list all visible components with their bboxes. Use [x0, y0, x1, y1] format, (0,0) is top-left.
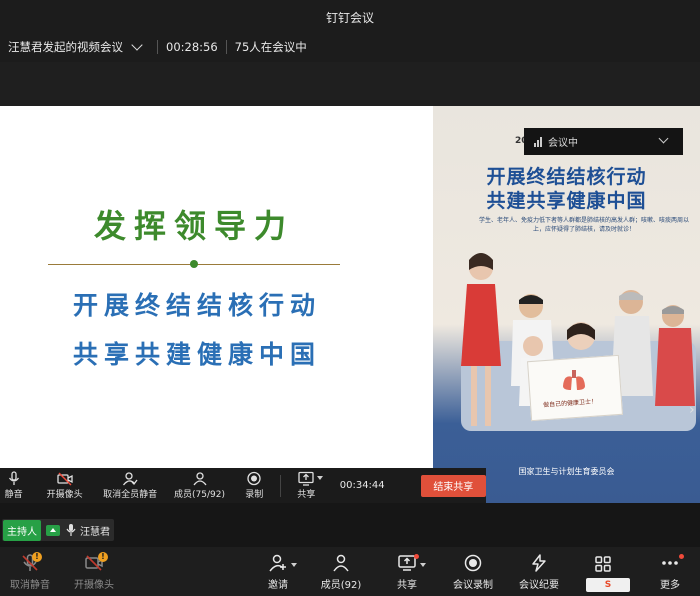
unmute-all-button[interactable]: 取消全员静音 — [98, 468, 162, 503]
invite-label: 邀请 — [268, 579, 288, 591]
more-label: 更多 — [660, 579, 680, 591]
window-title: 钉钉会议 — [325, 11, 374, 25]
mute-label: 静音 — [4, 490, 23, 500]
share-toolbar: 静音 开摄像头 取消全员静音 成员(75/92) 录制 共享 00:34:44 … — [0, 468, 486, 503]
users-icon — [333, 554, 349, 571]
meeting-status-label: 会议中 — [548, 138, 578, 149]
share-label: 共享 — [397, 579, 417, 591]
user-check-icon — [123, 472, 138, 486]
slide-line-2: 共享共建健康中国 — [72, 340, 321, 369]
shared-screen: 发挥领导力 开展终结结核行动 共享共建健康中国 开展终结结核行动 共建共享健康中… — [0, 106, 700, 503]
share-label: 共享 — [297, 490, 316, 500]
host-tag: 主持人 — [3, 519, 41, 541]
record-icon — [464, 554, 482, 571]
chevron-down-icon[interactable] — [291, 563, 297, 567]
video-area-top — [0, 62, 700, 106]
record-label: 录制 — [245, 490, 264, 500]
chevron-down-icon[interactable] — [131, 39, 143, 51]
toolbar-divider — [279, 474, 281, 497]
users-icon — [192, 472, 207, 486]
share-button[interactable]: 共享 — [390, 547, 426, 596]
members-label: 成员(75/92) — [174, 490, 225, 500]
host-badge[interactable]: 主持人 汪慧君 — [2, 519, 114, 541]
microphone-icon — [66, 524, 76, 536]
unmute-label: 取消静音 — [10, 579, 50, 591]
divider — [225, 40, 227, 54]
ime-logo-icon: S — [604, 580, 612, 590]
meeting-duration: 00:28:56 — [166, 40, 218, 54]
meeting-minutes-button[interactable]: 会议纪要 — [514, 547, 564, 596]
camera-off-icon — [56, 472, 73, 486]
share-timer: 00:34:44 — [339, 480, 385, 491]
members-label: 成员(92) — [320, 579, 362, 591]
chevron-right-icon[interactable]: › — [689, 402, 695, 418]
slide-line-1: 开展终结结核行动 — [72, 291, 321, 320]
ime-indicator[interactable]: S — [586, 578, 630, 592]
record-button[interactable]: 录制 — [235, 468, 274, 503]
lungs-icon — [563, 370, 585, 390]
camera-button[interactable]: 开摄像头 — [37, 468, 92, 503]
meeting-record-button[interactable]: 会议录制 — [448, 547, 498, 596]
warning-icon: ! — [98, 552, 108, 562]
members-button[interactable]: 成员(92) — [318, 547, 364, 596]
meeting-record-label: 会议录制 — [453, 579, 493, 591]
unmute-button[interactable]: 取消静音 ! — [6, 547, 54, 596]
chevron-down-icon[interactable] — [420, 563, 426, 567]
host-name: 汪慧君 — [80, 526, 110, 538]
unmute-all-label: 取消全员静音 — [103, 490, 158, 500]
notification-dot — [414, 554, 419, 559]
meeting-name[interactable]: 汪慧君发起的视频会议 — [8, 39, 123, 55]
members-button[interactable]: 成员(75/92) — [170, 468, 229, 503]
slide-divider-dot — [190, 260, 198, 268]
health-poster: 开展终结结核行动 共建共享健康中国 学生、老年人、免疫力低下者等人群都是肺结核的… — [433, 106, 700, 503]
red-dress — [461, 284, 501, 366]
chevron-down-icon[interactable] — [316, 476, 323, 480]
mute-button[interactable]: 静音 — [0, 468, 27, 503]
divider — [157, 40, 158, 54]
poster-title-2: 共建共享健康中国 — [486, 190, 647, 212]
camera-label: 开摄像头 — [46, 490, 83, 500]
invite-button[interactable]: 邀请 — [258, 547, 298, 596]
participants-count[interactable]: 75人在会议中 — [235, 39, 307, 55]
poster-subtitle: 学生、老年人、免疫力低下者等人群都是肺结核的高发人群；咳嗽、咳痰两周以上，应怀疑… — [479, 217, 690, 233]
signal-bars-icon — [534, 136, 542, 147]
record-icon — [247, 471, 261, 486]
sharing-screen-icon — [46, 524, 60, 536]
microphone-icon — [8, 471, 19, 485]
slide-panel: 发挥领导力 开展终结结核行动 共享共建健康中国 — [0, 106, 433, 503]
meeting-info-bar: 汪慧君发起的视频会议 00:28:56 75人在会议中 — [0, 32, 700, 62]
poster-title-1: 开展终结结核行动 — [486, 166, 647, 188]
end-share-button[interactable]: 结束共享 — [420, 474, 486, 497]
add-user-icon — [269, 554, 286, 571]
chevron-down-icon — [658, 133, 669, 144]
share-button[interactable]: 共享 — [287, 468, 326, 503]
meeting-minutes-label: 会议纪要 — [519, 579, 559, 591]
camera-button[interactable]: 开摄像头 ! — [70, 547, 118, 596]
meeting-status-dropdown[interactable]: 会议中 — [524, 128, 683, 155]
minutes-icon — [532, 553, 546, 572]
camera-label: 开摄像头 — [74, 579, 114, 591]
slide-headline: 发挥领导力 — [93, 207, 294, 245]
more-icon — [662, 560, 678, 565]
warning-icon: ! — [32, 552, 42, 562]
more-button[interactable]: 更多 — [652, 547, 688, 596]
notification-dot — [679, 554, 684, 559]
share-screen-icon — [298, 471, 314, 486]
title-bar: 钉钉会议 — [0, 0, 700, 32]
grid-icon — [595, 556, 611, 572]
